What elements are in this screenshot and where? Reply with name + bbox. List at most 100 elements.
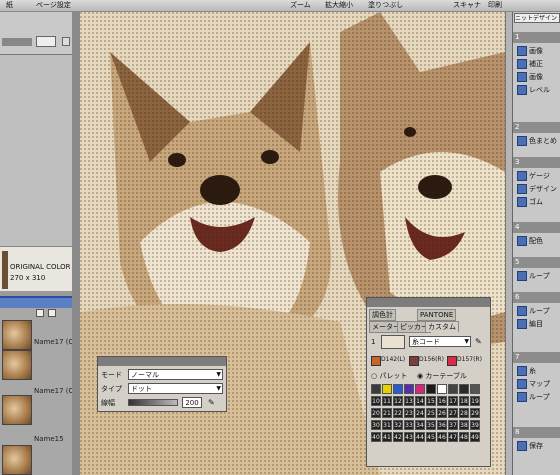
color-cell[interactable]: 27: [448, 408, 458, 418]
color-cell[interactable]: 26: [437, 408, 447, 418]
color-cell[interactable]: 13: [404, 396, 414, 406]
toolbar-item[interactable]: 紙: [6, 0, 13, 12]
section-header-6[interactable]: 6: [513, 292, 560, 303]
tab-color-meter[interactable]: 調色計: [369, 309, 396, 321]
section-header-2[interactable]: 2: [513, 122, 560, 133]
step-item[interactable]: 保存: [517, 440, 560, 452]
trash-icon[interactable]: [48, 309, 56, 317]
toolbar-item[interactable]: ズーム: [290, 0, 311, 12]
step-item[interactable]: 糸: [517, 365, 560, 377]
color-cell[interactable]: 30: [371, 420, 381, 430]
color-cell[interactable]: 35: [426, 420, 436, 430]
color-cell[interactable]: 18: [459, 396, 469, 406]
section-header-1[interactable]: 1: [513, 32, 560, 43]
swatch-3[interactable]: [447, 356, 457, 366]
toolbar-item[interactable]: ページ設定: [36, 0, 71, 12]
layer-thumbnail[interactable]: [2, 445, 32, 475]
type-select[interactable]: ドット: [128, 383, 223, 394]
swatch-1[interactable]: [371, 356, 381, 366]
tab-custom[interactable]: カスタム: [425, 321, 459, 332]
step-item[interactable]: ループ: [517, 391, 560, 403]
slider-track[interactable]: [2, 38, 32, 46]
vertical-scrollbar[interactable]: [505, 12, 512, 475]
color-cell[interactable]: 46: [437, 432, 447, 442]
color-cell[interactable]: 25: [426, 408, 436, 418]
color-cell[interactable]: 17: [448, 396, 458, 406]
toolbar-item[interactable]: 拡大縮小: [325, 0, 353, 12]
section-header-7[interactable]: 7: [513, 352, 560, 363]
step-item[interactable]: 画像: [517, 71, 560, 83]
radio-palette[interactable]: ○ パレット: [371, 371, 407, 381]
color-cell[interactable]: 39: [470, 420, 480, 430]
step-item[interactable]: ゲージ: [517, 170, 560, 182]
color-cell[interactable]: 33: [404, 420, 414, 430]
pen-icon[interactable]: ✎: [475, 337, 485, 347]
width-slider[interactable]: [128, 399, 178, 406]
color-cell[interactable]: 23: [404, 408, 414, 418]
color-cell[interactable]: 45: [426, 432, 436, 442]
color-cell[interactable]: 34: [415, 420, 425, 430]
color-cell[interactable]: 42: [393, 432, 403, 442]
color-cell[interactable]: 38: [459, 420, 469, 430]
step-item[interactable]: ループ: [517, 270, 560, 282]
color-cell[interactable]: 14: [415, 396, 425, 406]
color-cell[interactable]: 22: [393, 408, 403, 418]
step-item[interactable]: 配色: [517, 235, 560, 247]
color-cell[interactable]: 21: [382, 408, 392, 418]
layer-thumbnail[interactable]: [2, 320, 32, 350]
color-cell[interactable]: 20: [371, 408, 381, 418]
width-value[interactable]: 200: [182, 397, 202, 408]
step-item[interactable]: レベル: [517, 84, 560, 96]
step-item[interactable]: マップ: [517, 378, 560, 390]
color-cell[interactable]: 16: [437, 396, 447, 406]
color-cell[interactable]: [470, 384, 480, 394]
dialog-titlebar[interactable]: [367, 298, 490, 307]
layer-thumbnail[interactable]: [2, 350, 32, 380]
color-cell[interactable]: 36: [437, 420, 447, 430]
color-cell[interactable]: [437, 384, 447, 394]
color-cell[interactable]: 48: [459, 432, 469, 442]
step-item[interactable]: ループ: [517, 305, 560, 317]
pen-icon[interactable]: ✎: [208, 398, 218, 407]
folder-icon[interactable]: [36, 309, 44, 317]
color-cell[interactable]: 31: [382, 420, 392, 430]
section-header-3[interactable]: 3: [513, 157, 560, 168]
swatch-2[interactable]: [409, 356, 419, 366]
toolbar-item[interactable]: 塗りつぶし: [368, 0, 403, 12]
layer-thumbnail[interactable]: [2, 395, 32, 425]
color-cell[interactable]: 40: [371, 432, 381, 442]
step-item[interactable]: 補正: [517, 58, 560, 70]
color-cell[interactable]: 41: [382, 432, 392, 442]
color-cell[interactable]: 32: [393, 420, 403, 430]
toolbar-item[interactable]: スキャナ: [453, 0, 481, 12]
color-cell[interactable]: [415, 384, 425, 394]
color-cell[interactable]: [426, 384, 436, 394]
zoom-field[interactable]: [36, 36, 56, 47]
color-cell[interactable]: 15: [426, 396, 436, 406]
step-item[interactable]: 編目: [517, 318, 560, 330]
color-cell[interactable]: 29: [470, 408, 480, 418]
step-item[interactable]: 色まとめ: [517, 135, 560, 147]
radio-car-table[interactable]: ◉ カーテーブル: [417, 371, 467, 381]
color-cell[interactable]: 12: [393, 396, 403, 406]
toolbar-item[interactable]: 印刷: [488, 0, 502, 12]
section-header-8[interactable]: 8: [513, 427, 560, 438]
color-cell[interactable]: 19: [470, 396, 480, 406]
color-cell[interactable]: [393, 384, 403, 394]
close-icon[interactable]: [62, 37, 70, 46]
color-cell[interactable]: [404, 384, 414, 394]
step-item[interactable]: ゴム: [517, 196, 560, 208]
dialog-titlebar[interactable]: [98, 357, 226, 366]
layer-name[interactable]: Name15: [34, 435, 64, 443]
step-item[interactable]: 画像: [517, 45, 560, 57]
mode-dropdown[interactable]: ニットデザイン: [514, 13, 560, 23]
mode-select[interactable]: ノーマル: [128, 369, 223, 380]
current-color-swatch[interactable]: [381, 335, 405, 349]
yarn-code-select[interactable]: 糸コード: [409, 336, 471, 347]
section-header-5[interactable]: 5: [513, 257, 560, 268]
color-cell[interactable]: 28: [459, 408, 469, 418]
color-cell[interactable]: 11: [382, 396, 392, 406]
color-cell[interactable]: [371, 384, 381, 394]
color-cell[interactable]: 37: [448, 420, 458, 430]
color-cell[interactable]: 24: [415, 408, 425, 418]
